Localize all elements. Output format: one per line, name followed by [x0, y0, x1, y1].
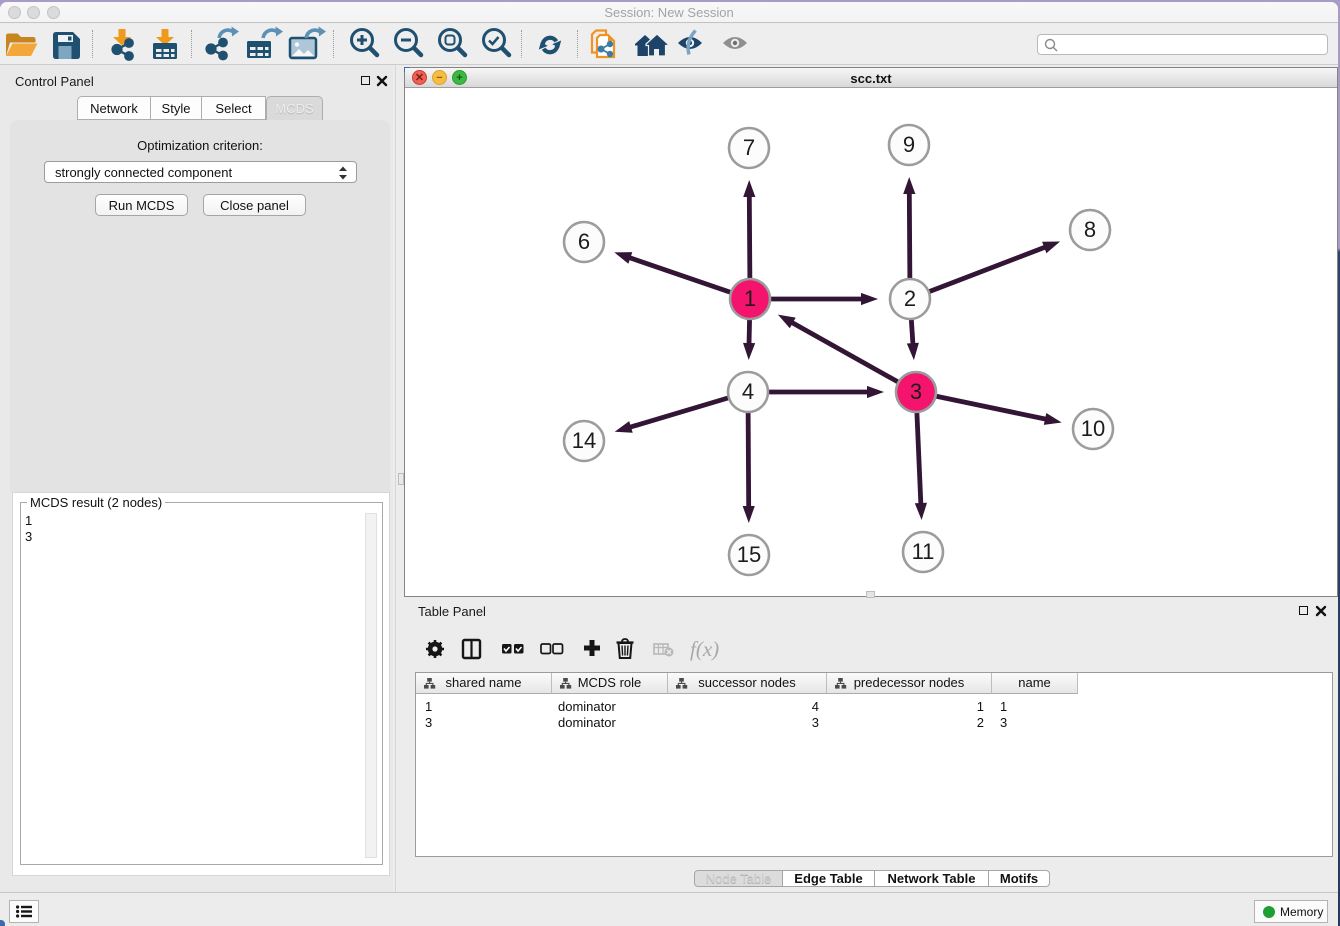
svg-text:1: 1	[744, 286, 756, 311]
svg-text:6: 6	[578, 229, 590, 254]
svg-text:2: 2	[904, 286, 916, 311]
svg-text:9: 9	[903, 132, 915, 157]
svg-text:14: 14	[572, 428, 596, 453]
svg-text:11: 11	[912, 539, 935, 564]
svg-text:8: 8	[1084, 217, 1096, 242]
svg-text:10: 10	[1081, 416, 1105, 441]
svg-text:3: 3	[910, 379, 922, 404]
svg-text:7: 7	[743, 135, 755, 160]
svg-text:15: 15	[737, 542, 761, 567]
svg-text:f(x): f(x)	[690, 637, 719, 661]
svg-text:4: 4	[742, 379, 754, 404]
